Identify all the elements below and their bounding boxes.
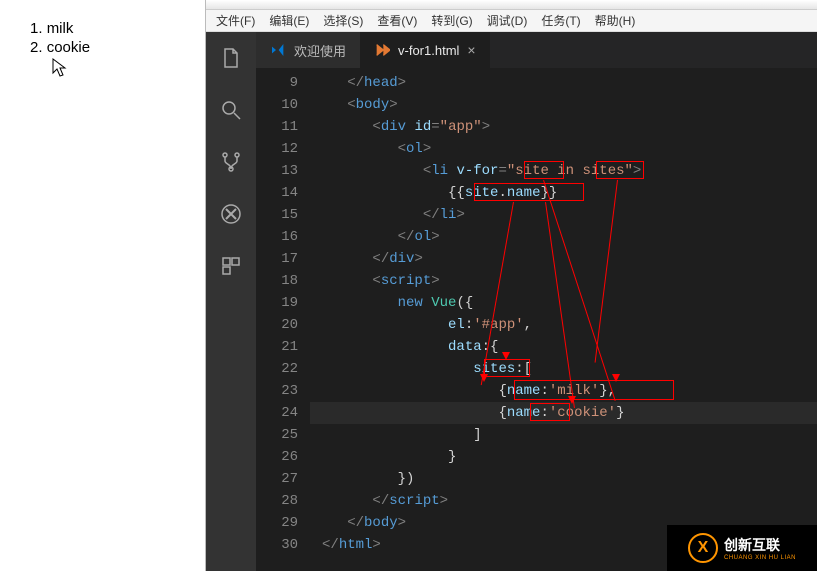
- browser-preview: milk cookie: [0, 0, 206, 571]
- extensions-icon[interactable]: [217, 252, 245, 280]
- list-item: milk: [30, 20, 205, 37]
- explorer-icon[interactable]: [217, 44, 245, 72]
- tab-label: v-for1.html: [398, 43, 459, 58]
- html-file-icon: [374, 42, 390, 58]
- source-control-icon[interactable]: [217, 148, 245, 176]
- activity-bar: [206, 32, 256, 571]
- tab-welcome[interactable]: 欢迎使用: [256, 32, 360, 68]
- vscode-window: 文件(F) 编辑(E) 选择(S) 查看(V) 转到(G) 调试(D) 任务(T…: [206, 0, 817, 571]
- menubar: 文件(F) 编辑(E) 选择(S) 查看(V) 转到(G) 调试(D) 任务(T…: [206, 10, 817, 32]
- editor-area: 欢迎使用 v-for1.html × 910111213141516171819…: [256, 32, 817, 571]
- window-titlebar: [206, 0, 817, 10]
- watermark-subtext: CHUANG XIN HU LIAN: [724, 555, 796, 561]
- code-content[interactable]: </head> <body> <div id="app"> <ol> <li v…: [316, 68, 817, 571]
- mouse-cursor-icon: [52, 58, 68, 78]
- menu-goto[interactable]: 转到(G): [427, 10, 476, 31]
- menu-file[interactable]: 文件(F): [212, 10, 259, 31]
- menu-help[interactable]: 帮助(H): [591, 10, 640, 31]
- close-icon[interactable]: ×: [467, 42, 475, 58]
- menu-debug[interactable]: 调试(D): [483, 10, 532, 31]
- tab-bar: 欢迎使用 v-for1.html ×: [256, 32, 817, 68]
- vscode-icon: [270, 42, 286, 58]
- line-gutter: 9101112131415161718192021222324252627282…: [256, 68, 316, 571]
- list-item: cookie: [30, 39, 205, 56]
- menu-edit[interactable]: 编辑(E): [265, 10, 313, 31]
- watermark-icon: X: [688, 533, 718, 563]
- menu-tasks[interactable]: 任务(T): [537, 10, 584, 31]
- output-list: milk cookie: [30, 20, 205, 56]
- menu-select[interactable]: 选择(S): [319, 10, 367, 31]
- code-editor[interactable]: 9101112131415161718192021222324252627282…: [256, 68, 817, 571]
- search-icon[interactable]: [217, 96, 245, 124]
- debug-icon[interactable]: [217, 200, 245, 228]
- menu-view[interactable]: 查看(V): [373, 10, 421, 31]
- watermark-logo: X 创新互联 CHUANG XIN HU LIAN: [667, 525, 817, 571]
- tab-active-file[interactable]: v-for1.html ×: [360, 32, 490, 68]
- watermark-text: 创新互联: [724, 537, 780, 553]
- tab-label: 欢迎使用: [294, 41, 346, 60]
